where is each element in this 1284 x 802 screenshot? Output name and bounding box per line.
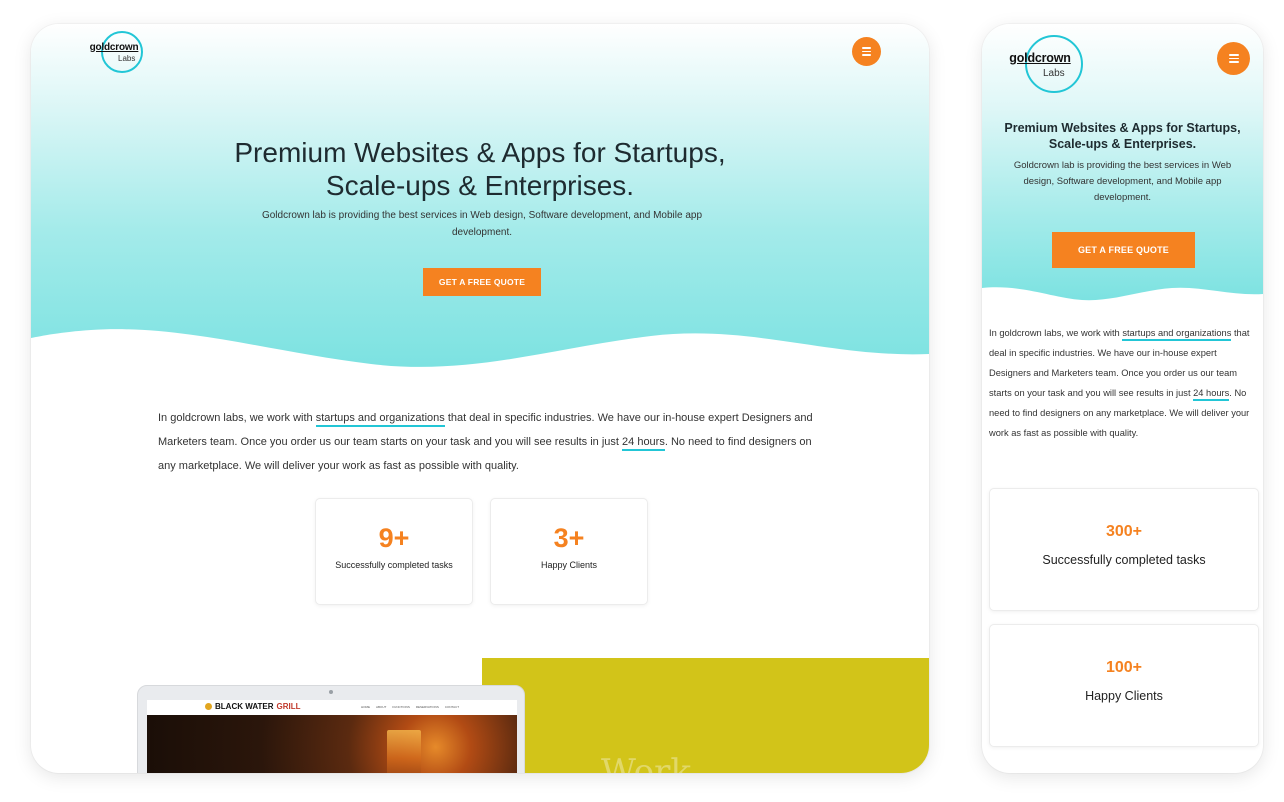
laptop-camera — [329, 690, 333, 694]
hero-subtitle: Goldcrown lab is providing the best serv… — [1013, 160, 1232, 203]
stat-value: 3+ — [553, 523, 585, 553]
intro-paragraph: In goldcrown labs, we work with startups… — [158, 406, 818, 478]
get-quote-button[interactable]: GET A FREE QUOTE — [423, 268, 541, 296]
stat-card-clients: 100+ Happy Clients — [989, 624, 1259, 747]
beer-glass-image — [387, 730, 421, 773]
site-logo[interactable]: goldcrown Labs — [995, 34, 1085, 94]
intro-highlight-startups: startups and organizations — [1122, 328, 1232, 341]
stat-label: Successfully completed tasks — [335, 560, 453, 570]
logo-sub: Labs — [118, 54, 136, 63]
mobile-preview: goldcrown Labs Premium Websites & Apps f… — [982, 24, 1263, 773]
desktop-preview: goldcrown Labs Premium Websites & Apps f… — [31, 24, 929, 773]
hamburger-icon — [1228, 54, 1239, 63]
site-name-accent: GRILL — [276, 702, 301, 711]
portfolio-laptop-mockup[interactable]: BLACK WATER GRILL HOME ABOUT FUNCTIONS R… — [137, 685, 525, 773]
portfolio-site-links: HOME ABOUT FUNCTIONS RESERVATIONS CONTAC… — [361, 705, 459, 709]
work-section-block — [482, 658, 929, 773]
site-link: HOME — [361, 705, 370, 709]
hero-title: Premium Websites & Apps for Startups, Sc… — [31, 136, 929, 202]
hero-subtitle: Goldcrown lab is providing the best serv… — [261, 210, 703, 238]
hero-title-line2: Scale-ups & Enterprises. — [325, 170, 635, 201]
intro-highlight-hours: 24 hours — [622, 436, 665, 451]
site-link: FUNCTIONS — [392, 705, 410, 709]
stat-label: Successfully completed tasks — [1042, 553, 1206, 567]
stat-value: 9+ — [378, 523, 410, 553]
stat-value: 100+ — [1105, 659, 1143, 676]
laptop-screen: BLACK WATER GRILL HOME ABOUT FUNCTIONS R… — [147, 700, 517, 773]
stat-value: 300+ — [1105, 523, 1143, 540]
intro-highlight-startups: startups and organizations — [315, 412, 445, 427]
hero-title-line1: Premium Websites & Apps for Startups, — [234, 137, 726, 168]
site-name: BLACK WATER — [215, 702, 274, 711]
portfolio-hero-photo — [147, 715, 517, 773]
hamburger-icon — [862, 47, 871, 56]
site-link: ABOUT — [376, 705, 387, 709]
stat-card-tasks: 300+ Successfully completed tasks — [989, 488, 1259, 611]
logo-wordmark: goldcrown — [89, 41, 139, 53]
site-link: RESERVATIONS — [415, 705, 439, 709]
hero-title: Premium Websites & Apps for Startups, Sc… — [1004, 121, 1241, 151]
menu-button[interactable] — [852, 37, 881, 66]
stat-label: Happy Clients — [1085, 689, 1163, 703]
stat-label: Happy Clients — [540, 560, 598, 570]
stat-card-clients: 3+ Happy Clients — [490, 498, 648, 605]
grill-logo-icon — [205, 703, 212, 710]
logo-sub: Labs — [1043, 68, 1065, 79]
intro-text: In goldcrown labs, we work with — [158, 412, 316, 424]
site-logo[interactable]: goldcrown Labs — [81, 30, 147, 74]
intro-text: In goldcrown labs, we work with — [989, 328, 1123, 338]
intro-highlight-hours: 24 hours — [1193, 388, 1230, 401]
logo-wordmark: goldcrown — [1009, 51, 1071, 65]
site-link: CONTACT — [444, 705, 460, 709]
portfolio-site-nav: BLACK WATER GRILL HOME ABOUT FUNCTIONS R… — [147, 700, 517, 715]
work-heading: Work — [601, 752, 691, 773]
get-quote-button[interactable]: GET A FREE QUOTE — [1052, 232, 1195, 268]
intro-paragraph: In goldcrown labs, we work with startups… — [989, 323, 1259, 443]
portfolio-site-logo: BLACK WATER GRILL — [205, 702, 301, 711]
stat-card-tasks: 9+ Successfully completed tasks — [315, 498, 473, 605]
menu-button[interactable] — [1217, 42, 1250, 75]
